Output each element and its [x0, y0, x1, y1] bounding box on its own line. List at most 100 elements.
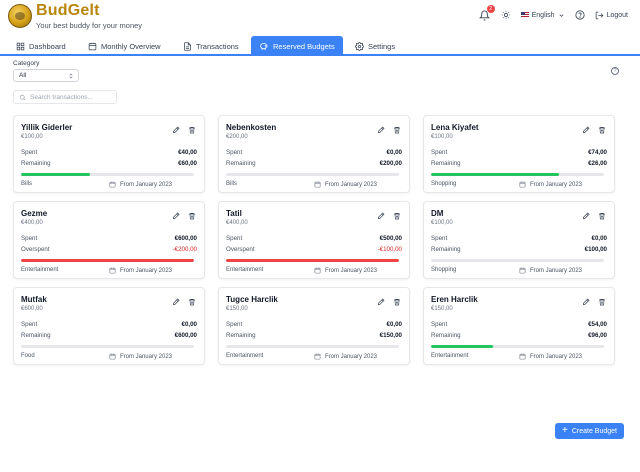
remaining-row: Remaining €26,00 [431, 160, 607, 167]
budget-actions [377, 126, 401, 134]
budget-date-label: From January 2023 [324, 181, 377, 188]
budget-date: From January 2023 [519, 267, 582, 274]
remaining-value: €150,00 [379, 332, 402, 339]
logout-label: Logout [606, 11, 628, 19]
budget-name: Mutfak [21, 295, 47, 304]
theme-toggle-button[interactable] [501, 10, 511, 20]
calendar-icon [109, 267, 116, 274]
remaining-row: Remaining €100,00 [431, 246, 607, 253]
delete-trash-icon[interactable] [393, 126, 401, 134]
budget-total: €150,00 [226, 306, 248, 312]
spent-row: Spent €0,00 [226, 149, 402, 156]
budget-date: From January 2023 [109, 267, 172, 274]
edit-pencil-icon[interactable] [172, 212, 180, 220]
budget-date-label: From January 2023 [324, 353, 377, 360]
gear-icon [355, 41, 364, 51]
budget-date: From January 2023 [314, 181, 377, 188]
edit-pencil-icon[interactable] [582, 212, 590, 220]
budget-date-label: From January 2023 [324, 267, 377, 274]
budget-progress-fill [21, 259, 194, 262]
budget-footer: Bills From January 2023 [226, 181, 402, 188]
spent-value: €0,00 [591, 235, 607, 242]
delete-trash-icon[interactable] [188, 212, 196, 220]
budget-total: €150,00 [431, 306, 453, 312]
edit-pencil-icon[interactable] [582, 126, 590, 134]
tab-label: Settings [368, 41, 396, 51]
edit-pencil-icon[interactable] [377, 298, 385, 306]
logout-button[interactable]: Logout [595, 11, 628, 20]
spent-row: Spent €0,00 [21, 321, 197, 328]
edit-pencil-icon[interactable] [377, 212, 385, 220]
calendar-icon [519, 267, 526, 274]
tab-label: Reserved Budgets [273, 41, 335, 51]
edit-pencil-icon[interactable] [172, 298, 180, 306]
budget-total: €100,00 [21, 134, 43, 140]
help-button[interactable] [574, 10, 585, 20]
budget-actions [582, 212, 606, 220]
edit-pencil-icon[interactable] [377, 126, 385, 134]
spent-row: Spent €74,00 [431, 149, 607, 156]
notification-button[interactable]: 2 [479, 5, 495, 21]
budget-name: Tatil [226, 209, 242, 218]
calendar-icon [109, 181, 116, 188]
spent-label: Spent [431, 321, 448, 328]
remaining-label: Remaining [21, 160, 51, 167]
budget-date: From January 2023 [109, 181, 172, 188]
logout-icon [595, 11, 603, 19]
budget-progress-bar [431, 173, 604, 176]
spent-value: €0,00 [386, 149, 402, 156]
create-budget-button[interactable]: + Create Budget [555, 423, 624, 439]
remaining-label: Remaining [431, 332, 461, 339]
remaining-label: Overspent [21, 246, 50, 253]
budget-card: Mutfak €600,00 Spent €0,00 Remaining €600,00 F… [13, 287, 205, 365]
budget-category: Shopping [431, 267, 457, 273]
remaining-row: Overspent -€200,00 [21, 246, 197, 253]
budget-progress-bar [226, 345, 399, 348]
budget-footer: Entertainment From January 2023 [431, 353, 607, 360]
budget-card: Eren Harclik €150,00 Spent €54,00 Remaining €… [423, 287, 615, 365]
create-budget-label: Create Budget [571, 427, 617, 435]
budget-actions [582, 126, 606, 134]
tab-transactions[interactable]: Transactions [183, 36, 239, 56]
budget-progress-fill [21, 173, 91, 176]
delete-trash-icon[interactable] [393, 212, 401, 220]
delete-trash-icon[interactable] [393, 298, 401, 306]
budget-total: €100,00 [431, 134, 453, 140]
language-selector[interactable]: English [520, 12, 565, 19]
budget-progress-bar [431, 345, 604, 348]
delete-trash-icon[interactable] [188, 126, 196, 134]
app-header: BudGelt Your best buddy for your money 2… [0, 0, 640, 34]
tab-monthly-overview[interactable]: Monthly Overview [88, 36, 161, 56]
budget-date-label: From January 2023 [529, 181, 582, 188]
page-help-icon[interactable]: ? [611, 67, 619, 75]
budget-date: From January 2023 [519, 353, 582, 360]
remaining-label: Overspent [226, 246, 255, 253]
delete-trash-icon[interactable] [598, 212, 606, 220]
budget-total: €400,00 [21, 220, 43, 226]
budget-progress-fill [226, 259, 399, 262]
remaining-label: Remaining [431, 246, 461, 253]
search-input[interactable]: Search transactions... [13, 90, 117, 104]
budget-category: Food [21, 353, 35, 359]
edit-pencil-icon[interactable] [582, 298, 590, 306]
tab-reserved-budgets[interactable]: Reserved Budgets [251, 36, 343, 56]
tab-dashboard[interactable]: Dashboard [16, 36, 66, 56]
budget-progress-bar [431, 259, 604, 262]
logo-coin-icon [8, 4, 32, 28]
budget-actions [172, 126, 196, 134]
spent-row: Spent €40,00 [21, 149, 197, 156]
delete-trash-icon[interactable] [598, 126, 606, 134]
budget-date-label: From January 2023 [119, 353, 172, 360]
spent-label: Spent [226, 149, 243, 156]
tab-settings[interactable]: Settings [355, 36, 395, 56]
sun-icon [501, 10, 510, 20]
delete-trash-icon[interactable] [188, 298, 196, 306]
spent-label: Spent [226, 321, 243, 328]
remaining-row: Remaining €150,00 [226, 332, 402, 339]
category-select[interactable]: All [13, 69, 79, 82]
edit-pencil-icon[interactable] [172, 126, 180, 134]
spent-row: Spent €500,00 [226, 235, 402, 242]
app-tagline: Your best buddy for your money [36, 21, 143, 30]
delete-trash-icon[interactable] [598, 298, 606, 306]
header-actions: 2 English Logout [479, 5, 628, 22]
